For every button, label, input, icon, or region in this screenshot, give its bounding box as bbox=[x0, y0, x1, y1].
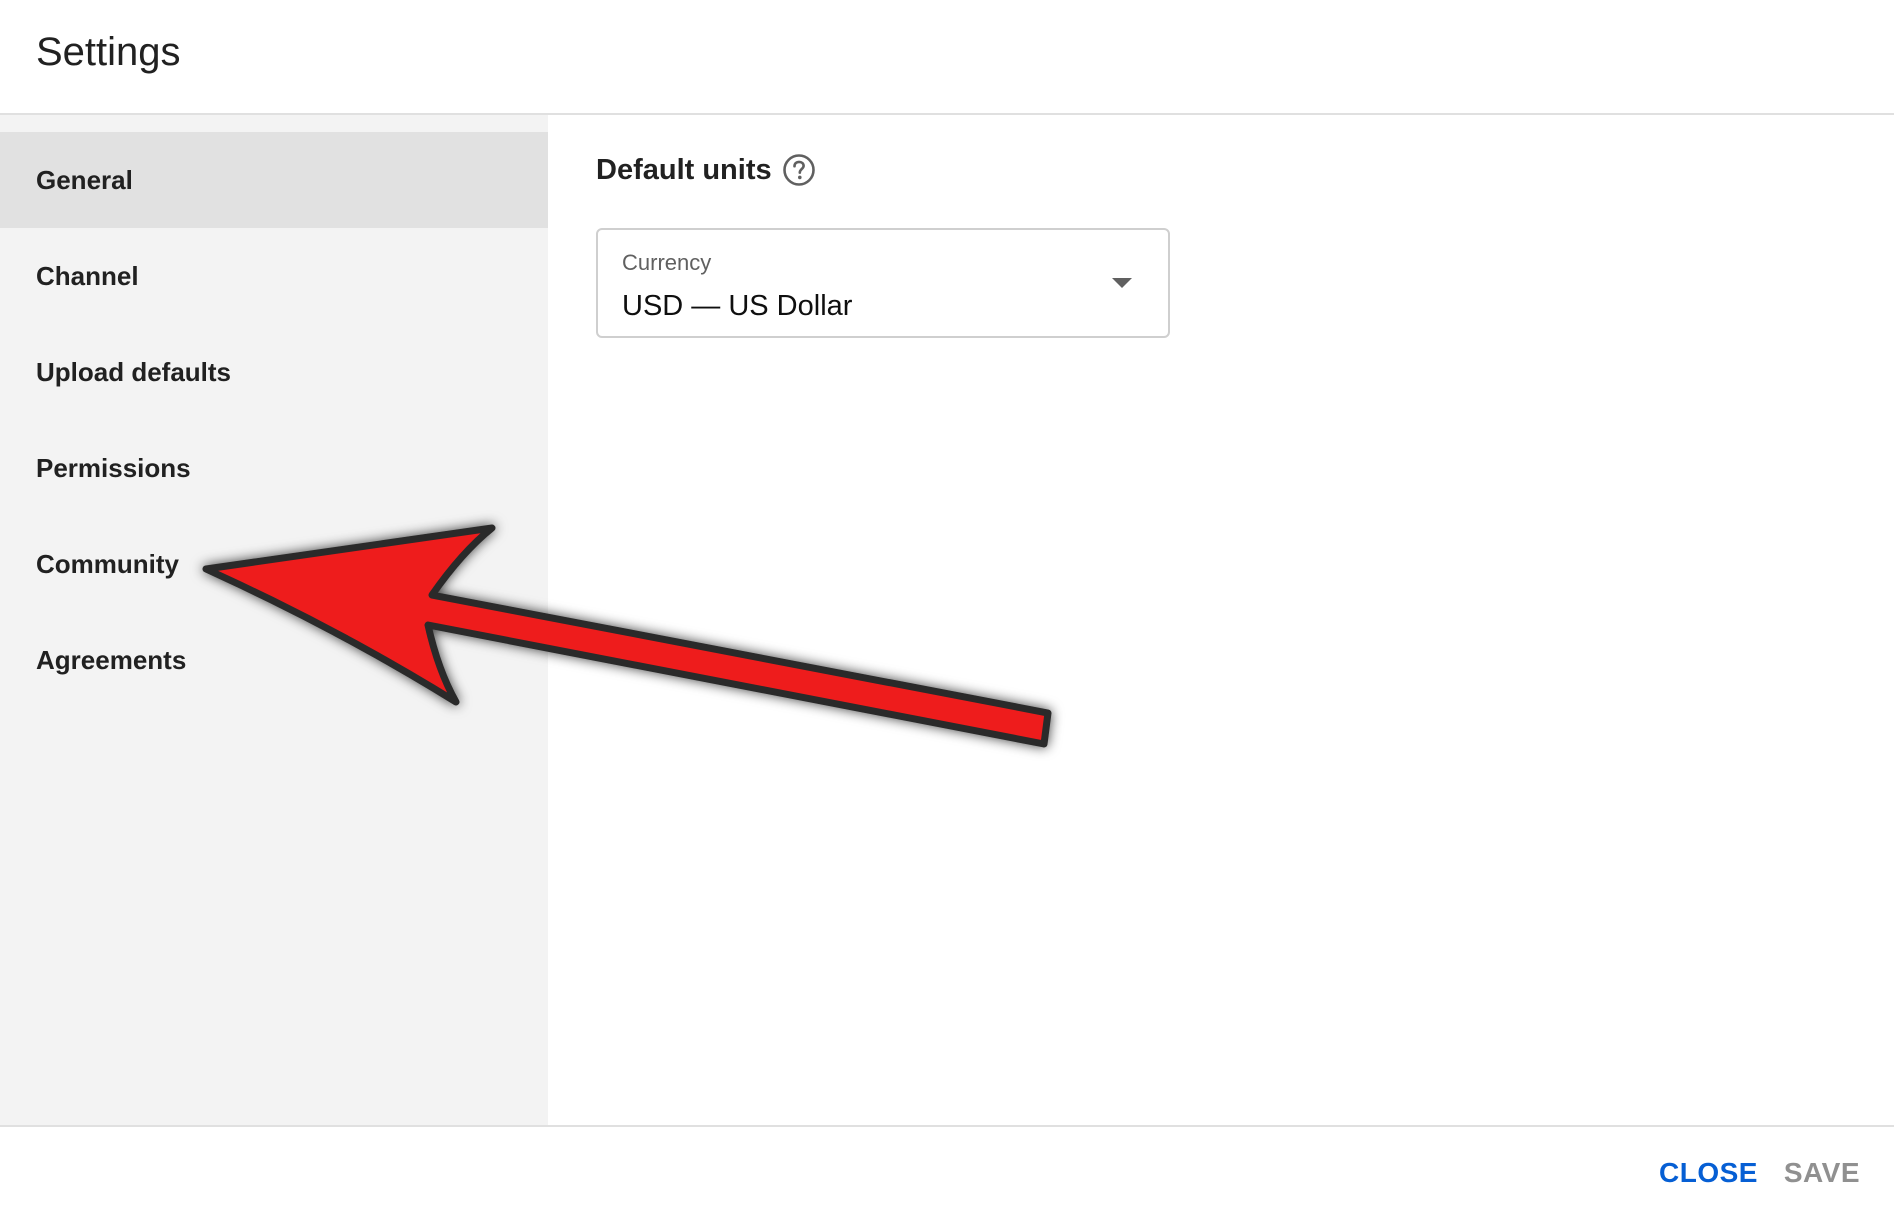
dialog-title: Settings bbox=[36, 30, 181, 74]
sidebar-item-label: Upload defaults bbox=[36, 356, 232, 387]
sidebar-item-community[interactable]: Community bbox=[0, 516, 548, 612]
sidebar-item-permissions[interactable]: Permissions bbox=[0, 420, 548, 516]
dialog-header: Settings bbox=[0, 0, 1894, 115]
sidebar-item-label: General bbox=[36, 164, 133, 195]
sidebar-item-general[interactable]: General bbox=[0, 132, 548, 228]
sidebar-item-label: Permissions bbox=[36, 452, 191, 483]
section-title-text: Default units bbox=[596, 153, 772, 186]
currency-select[interactable]: Currency USD — US Dollar bbox=[596, 228, 1170, 338]
sidebar-item-channel[interactable]: Channel bbox=[0, 228, 548, 324]
dialog-footer: CLOSE SAVE bbox=[0, 1125, 1894, 1216]
settings-content: Default units Currency USD — US Dollar bbox=[548, 115, 1894, 1125]
sidebar-item-agreements[interactable]: Agreements bbox=[0, 612, 548, 708]
currency-select-value: USD — US Dollar bbox=[622, 290, 853, 322]
sidebar-item-label: Agreements bbox=[36, 644, 187, 675]
close-button[interactable]: CLOSE bbox=[1659, 1157, 1758, 1189]
sidebar-item-label: Channel bbox=[36, 260, 139, 291]
settings-sidebar: General Channel Upload defaults Permissi… bbox=[0, 115, 548, 1125]
sidebar-item-label: Community bbox=[36, 548, 179, 579]
settings-dialog: Settings General Channel Upload defaults… bbox=[0, 0, 1894, 1216]
currency-select-label: Currency bbox=[622, 250, 712, 275]
dropdown-arrow-icon bbox=[1112, 278, 1132, 288]
save-button[interactable]: SAVE bbox=[1784, 1157, 1860, 1189]
section-title: Default units bbox=[596, 153, 816, 187]
sidebar-item-upload-defaults[interactable]: Upload defaults bbox=[0, 324, 548, 420]
help-circle-icon[interactable] bbox=[782, 153, 816, 187]
